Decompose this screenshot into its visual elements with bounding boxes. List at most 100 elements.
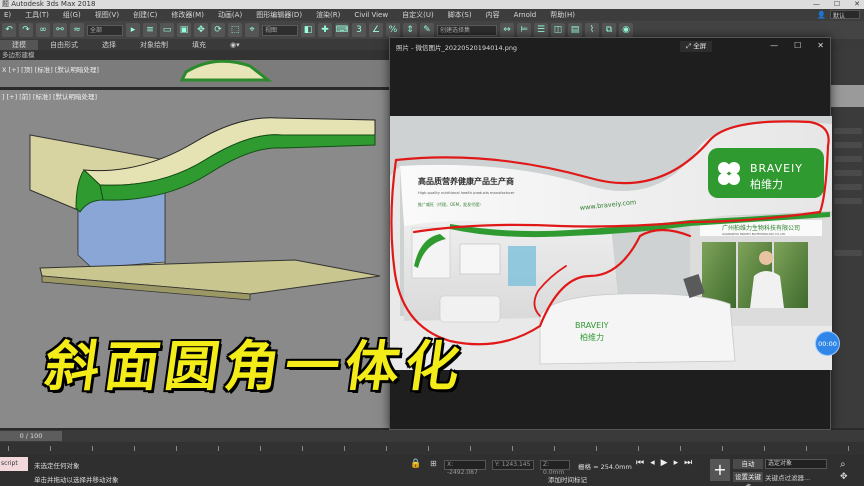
zoom-icon[interactable]: ⌕ bbox=[840, 459, 846, 470]
user-icon[interactable]: 👤 bbox=[817, 11, 826, 19]
unlink-icon[interactable]: ⚯ bbox=[53, 23, 67, 37]
viewer-fullscreen-button[interactable]: ⤢ 全屏 bbox=[680, 41, 713, 52]
menu-scripting[interactable]: 脚本(S) bbox=[448, 10, 472, 20]
schematic-view-icon[interactable]: ⧉ bbox=[602, 23, 616, 37]
menu-create[interactable]: 创建(C) bbox=[133, 10, 157, 20]
workspace-dropdown[interactable]: 默认 bbox=[830, 10, 860, 20]
set-key-button[interactable]: 设置关键点 bbox=[733, 472, 763, 486]
menu-animation[interactable]: 动画(A) bbox=[218, 10, 242, 20]
mirror-icon[interactable]: ⇔ bbox=[500, 23, 514, 37]
goto-start-icon[interactable]: ⏮ bbox=[636, 458, 644, 468]
menu-content[interactable]: 内容 bbox=[486, 10, 500, 20]
tab-populate[interactable]: 填充 bbox=[180, 40, 218, 50]
selection-filter-dropdown[interactable]: 全部 bbox=[87, 24, 123, 36]
track-bar[interactable] bbox=[0, 442, 864, 455]
menu-civil-view[interactable]: Civil View bbox=[354, 11, 388, 19]
ribbon-options-icon[interactable]: ◉▾ bbox=[218, 41, 252, 49]
close-button[interactable]: ✕ bbox=[854, 0, 860, 9]
named-selection-dropdown[interactable]: 创建选择集 bbox=[437, 24, 497, 36]
snaps-toggle-icon[interactable]: 3 bbox=[352, 23, 366, 37]
viewer-close-button[interactable]: ✕ bbox=[817, 41, 824, 50]
tab-modeling[interactable]: 建模 bbox=[0, 39, 38, 50]
menu-customize[interactable]: 自定义(U) bbox=[402, 10, 434, 20]
y-coordinate-field[interactable]: Y: 1243.145 bbox=[492, 460, 534, 470]
command-panel-row[interactable] bbox=[834, 198, 862, 204]
viewer-maximize-button[interactable]: ☐ bbox=[794, 41, 801, 50]
scale-icon[interactable]: ⬚ bbox=[228, 23, 242, 37]
window-crossing-icon[interactable]: ▣ bbox=[177, 23, 191, 37]
maximize-button[interactable]: ☐ bbox=[834, 0, 840, 9]
menu-arnold[interactable]: Arnold bbox=[514, 11, 537, 19]
minimize-button[interactable]: — bbox=[813, 0, 820, 9]
track-bar-tick bbox=[722, 446, 723, 451]
track-bar-tick bbox=[260, 446, 261, 451]
x-coordinate-field[interactable]: X: -2492.087 bbox=[444, 460, 486, 476]
keyboard-shortcut-icon[interactable]: ⌨ bbox=[335, 23, 349, 37]
layer-explorer-icon[interactable]: ◫ bbox=[551, 23, 565, 37]
rotate-icon[interactable]: ⟳ bbox=[211, 23, 225, 37]
ribbon-toggle-icon[interactable]: ▤ bbox=[568, 23, 582, 37]
selection-status: 未选定任何对象 bbox=[34, 462, 80, 470]
align-icon[interactable]: ⊨ bbox=[517, 23, 531, 37]
pivot-icon[interactable]: ◧ bbox=[301, 23, 315, 37]
select-by-name-icon[interactable]: ≡ bbox=[143, 23, 157, 37]
command-panel-row[interactable] bbox=[834, 128, 862, 134]
edit-named-selection-icon[interactable]: ✎ bbox=[420, 23, 434, 37]
viewer-minimize-button[interactable]: — bbox=[770, 41, 778, 50]
play-icon[interactable]: ▶ bbox=[661, 458, 668, 468]
menu-tools[interactable]: 工具(T) bbox=[25, 10, 49, 20]
menu-rendering[interactable]: 渲染(R) bbox=[316, 10, 340, 20]
reference-coordinate-dropdown[interactable]: 视图 bbox=[262, 24, 298, 36]
lock-selection-icon[interactable]: 🔒 bbox=[410, 459, 421, 469]
add-key-button[interactable]: + bbox=[710, 459, 730, 481]
auto-key-button[interactable]: 自动 bbox=[733, 459, 763, 469]
tab-freeform[interactable]: 自由形式 bbox=[38, 40, 90, 50]
next-frame-icon[interactable]: ▸ bbox=[674, 458, 679, 468]
menu-modifiers[interactable]: 修改器(M) bbox=[171, 10, 204, 20]
undo-icon[interactable]: ↶ bbox=[2, 23, 16, 37]
time-slider-bar[interactable]: 0 / 100 bbox=[0, 430, 864, 442]
percent-snap-icon[interactable]: % bbox=[386, 23, 400, 37]
spinner-snap-icon[interactable]: ⇕ bbox=[403, 23, 417, 37]
command-panel-row[interactable] bbox=[834, 170, 862, 176]
command-panel-row[interactable] bbox=[834, 142, 862, 148]
bind-spacewarp-icon[interactable]: ≈ bbox=[70, 23, 84, 37]
select-object-icon[interactable]: ▸ bbox=[126, 23, 140, 37]
select-manipulate-icon[interactable]: ✚ bbox=[318, 23, 332, 37]
photo-shelf bbox=[459, 243, 501, 275]
viewport-top[interactable]: X [+] [顶] [标准] [默认明暗处理] bbox=[0, 60, 390, 87]
move-icon[interactable]: ✥ bbox=[194, 23, 208, 37]
scene-explorer-icon[interactable]: ☰ bbox=[534, 23, 548, 37]
command-panel-row[interactable] bbox=[834, 250, 862, 256]
menu-help[interactable]: 帮助(H) bbox=[550, 10, 575, 20]
absolute-mode-icon[interactable]: ⊞ bbox=[430, 459, 437, 468]
link-icon[interactable]: ∞ bbox=[36, 23, 50, 37]
key-filters-button[interactable]: 关键点过滤器... bbox=[765, 472, 827, 482]
track-bar-tick bbox=[512, 446, 513, 451]
menu-group[interactable]: 组(G) bbox=[63, 10, 81, 20]
curve-editor-icon[interactable]: ⌇ bbox=[585, 23, 599, 37]
command-panel-row[interactable] bbox=[834, 184, 862, 190]
redo-icon[interactable]: ↷ bbox=[19, 23, 33, 37]
menu-graph-editors[interactable]: 图形编辑器(D) bbox=[256, 10, 302, 20]
command-panel-row[interactable] bbox=[834, 156, 862, 162]
maxscript-listener[interactable]: script bbox=[0, 457, 28, 471]
angle-snap-icon[interactable]: ∠ bbox=[369, 23, 383, 37]
add-time-tag-button[interactable]: 添加时间标记 bbox=[548, 474, 587, 484]
tab-object-paint[interactable]: 对象绘制 bbox=[128, 40, 180, 50]
goto-end-icon[interactable]: ⏭ bbox=[684, 458, 692, 468]
prev-frame-icon[interactable]: ◂ bbox=[650, 458, 655, 468]
key-selection-dropdown[interactable]: 选定对象 bbox=[765, 459, 827, 469]
orbit-icon[interactable]: ✥ bbox=[840, 472, 848, 482]
viewport-gray-region bbox=[829, 85, 864, 107]
track-bar-tick bbox=[554, 446, 555, 451]
z-coordinate-field[interactable]: Z: 0.0mm bbox=[540, 460, 570, 476]
menu-edit[interactable]: E) bbox=[4, 11, 11, 19]
recording-timer[interactable]: 00:00 bbox=[815, 331, 840, 356]
tab-selection[interactable]: 选择 bbox=[90, 40, 128, 50]
material-editor-icon[interactable]: ◉ bbox=[619, 23, 633, 37]
place-icon[interactable]: ⌖ bbox=[245, 23, 259, 37]
menu-views[interactable]: 视图(V) bbox=[95, 10, 119, 20]
rect-selection-icon[interactable]: ▭ bbox=[160, 23, 174, 37]
time-slider-handle[interactable]: 0 / 100 bbox=[0, 431, 62, 441]
